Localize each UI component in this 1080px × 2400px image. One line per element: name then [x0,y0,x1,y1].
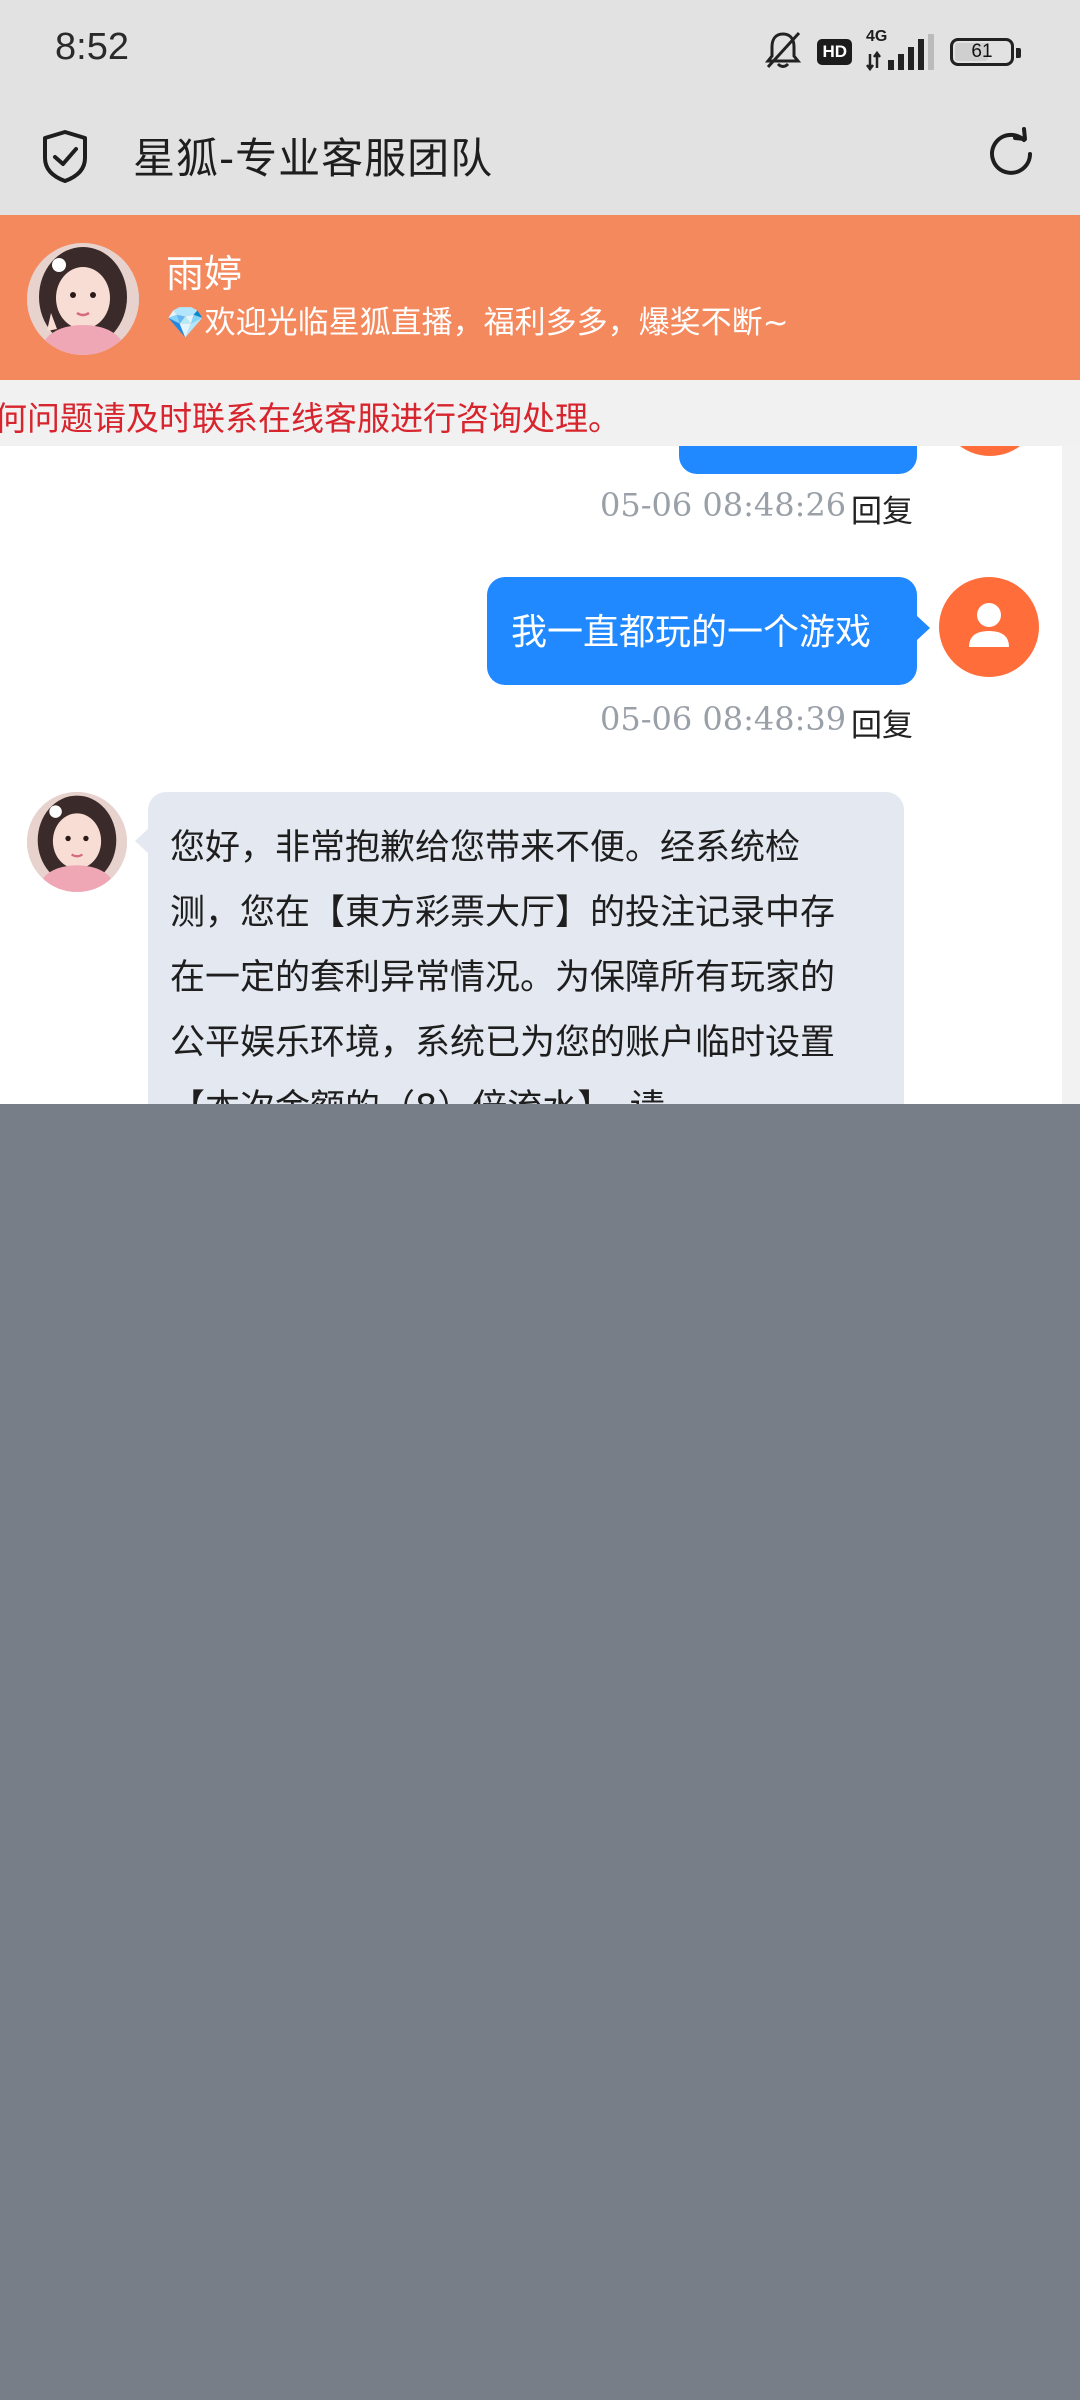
bubble-tail [135,828,149,854]
signal-icon: 4G [866,28,936,72]
battery-icon: 61 [950,38,1021,66]
reply-button[interactable]: 回复 [851,486,913,531]
status-icons: HD 4G 61 [763,28,1021,75]
status-bar: 8:52 HD 4G 61 [0,0,1080,105]
battery-percent: 61 [971,41,993,62]
hd-icon: HD [817,39,852,65]
notice-marquee: 何问题请及时联系在线客服进行咨询处理。 [0,380,1080,446]
page-title: 星狐-专业客服团队 [133,134,494,183]
agent-avatar [27,792,127,892]
message-text: 我一直都玩的一个游戏 [511,612,872,653]
notice-text: 何问题请及时联系在线客服进行咨询处理。 [0,399,621,438]
shield-check-icon[interactable] [40,128,90,184]
reply-button[interactable]: 回复 [851,700,913,745]
agent-welcome-text: 欢迎光临星狐直播，福利多多，爆奖不断~ [204,305,789,341]
chat-bubble-in: 您好，非常抱歉给您带来不便。经系统检测，您在【東方彩票大厅】的投注记录中存在一定… [135,792,904,1104]
status-time: 8:52 [55,26,129,68]
dim-overlay[interactable] [0,1104,1080,2400]
chat-bubble-out: 我一直都玩的一个游戏 [487,577,930,685]
title-bar: 星狐-专业客服团队 [0,105,1080,215]
agent-avatar [27,243,139,355]
chat-bubble-out [679,446,917,474]
message-timestamp: 05-06 08:48:39 [600,700,847,738]
diamond-icon: 💎 [166,305,205,341]
battery-tip [1016,48,1021,58]
chat-area[interactable]: 05-06 08:48:26 回复 我一直都玩的一个游戏 05-06 08:48… [0,446,1062,1104]
agent-welcome: 💎欢迎光临星狐直播，福利多多，爆奖不断~ [166,297,789,342]
agent-header: 雨婷 💎欢迎光临星狐直播，福利多多，爆奖不断~ [0,215,1080,380]
chat-scrollbar[interactable] [1062,446,1080,1104]
user-avatar [940,446,1040,456]
agent-name: 雨婷 [166,252,243,296]
user-avatar [939,577,1039,677]
message-timestamp: 05-06 08:48:26 [600,486,847,524]
user-silhouette-icon [969,603,1009,647]
bell-muted-icon [763,29,803,75]
bubble-tail [916,615,930,641]
message-text: 您好，非常抱歉给您带来不便。经系统检测，您在【東方彩票大厅】的投注记录中存在一定… [170,828,836,1104]
refresh-icon[interactable] [984,127,1038,181]
